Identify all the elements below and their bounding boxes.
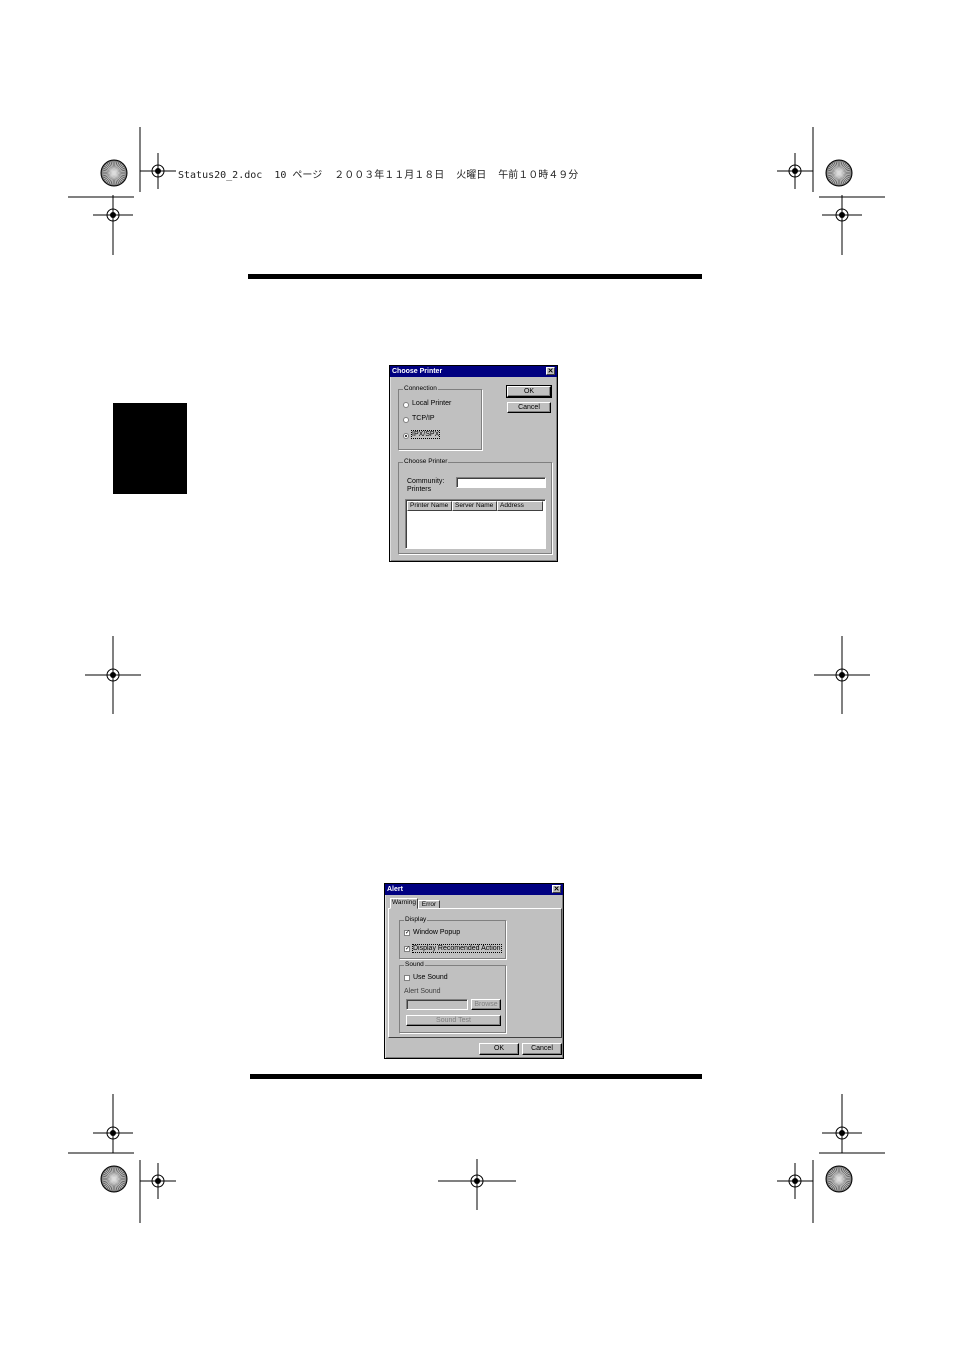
recommended-action-checkbox[interactable]: ✓ [404,946,410,952]
recommended-action-label: Display Recomended Action [412,944,502,953]
alert-titlebar: Alert ✕ [385,884,563,895]
crosshair-dot [792,1178,798,1184]
file-info-header: Status20_2.doc 10 ページ ２００３年１１月１８日 火曜日 午前… [178,170,579,181]
choose-printer-dialog: Choose Printer ✕ Connection Local Printe… [389,365,558,562]
ipx-spx-radio[interactable] [403,433,409,439]
dialog-titlebar: Choose Printer ✕ [390,366,557,377]
use-sound-checkbox[interactable] [404,975,410,981]
sound-group: Sound Use Sound Alert Sound Browse Sound… [399,961,506,1033]
community-label: Community: [407,478,445,485]
alert-sound-input[interactable] [406,999,468,1010]
alert-tab-panel: Display ✓ Window Popup ✓ Display Recomen… [388,908,562,1038]
column-address[interactable]: Address [497,501,543,511]
alert-cancel-button[interactable]: Cancel [522,1043,562,1055]
ipx-spx-label: IPX/SPX [410,430,441,439]
printers-label: Printers [407,486,432,493]
local-printer-label: Local Printer [412,400,452,407]
registration-marks-svg [68,127,885,1223]
printer-list[interactable]: Printer Name Server Name Address [405,499,546,549]
tab-warning[interactable]: Warning [390,898,418,909]
alert-title: Alert [387,886,403,893]
top-rule [248,274,702,279]
sound-test-button[interactable]: Sound Test [406,1015,501,1026]
use-sound-label: Use Sound [413,974,448,981]
window-popup-checkbox[interactable]: ✓ [404,930,410,936]
connection-group-label: Connection [403,385,438,392]
crosshair-dot [792,168,798,174]
sound-group-label: Sound [404,961,425,968]
column-printer-name[interactable]: Printer Name [407,501,452,511]
cancel-button[interactable]: Cancel [507,402,551,413]
dialog-title: Choose Printer [392,368,443,375]
connection-group: Connection Local Printer TCP/IP IPX/SPX [398,385,482,450]
crosshair-dot [155,168,161,174]
community-input[interactable] [456,477,546,488]
local-printer-radio[interactable] [403,402,409,408]
crosshair-dot [110,212,116,218]
close-icon[interactable]: ✕ [552,885,561,893]
alert-ok-button[interactable]: OK [479,1043,519,1055]
crosshair-dot [110,1130,116,1136]
display-group: Display ✓ Window Popup ✓ Display Recomen… [399,916,506,959]
display-group-label: Display [404,916,428,923]
community-value [457,478,459,485]
bottom-rule [250,1074,702,1079]
crosshair-dot [155,1178,161,1184]
browse-button[interactable]: Browse [471,999,501,1010]
window-popup-label: Window Popup [413,929,461,936]
column-server-name[interactable]: Server Name [452,501,497,511]
tcpip-radio[interactable] [403,417,409,423]
chapter-tab-block [113,403,187,494]
choose-printer-group-label: Choose Printer [403,458,449,465]
ok-button[interactable]: OK [506,385,552,398]
alert-sound-label: Alert Sound [404,988,441,995]
tcpip-label: TCP/IP [412,415,435,422]
choose-printer-group: Choose Printer Community: Printers Print… [398,458,552,554]
alert-dialog: Alert ✕ Warning Error Display ✓ Window P… [384,883,564,1059]
crosshair-dot [839,1130,845,1136]
crosshair-dot [839,212,845,218]
close-icon[interactable]: ✕ [546,367,555,375]
